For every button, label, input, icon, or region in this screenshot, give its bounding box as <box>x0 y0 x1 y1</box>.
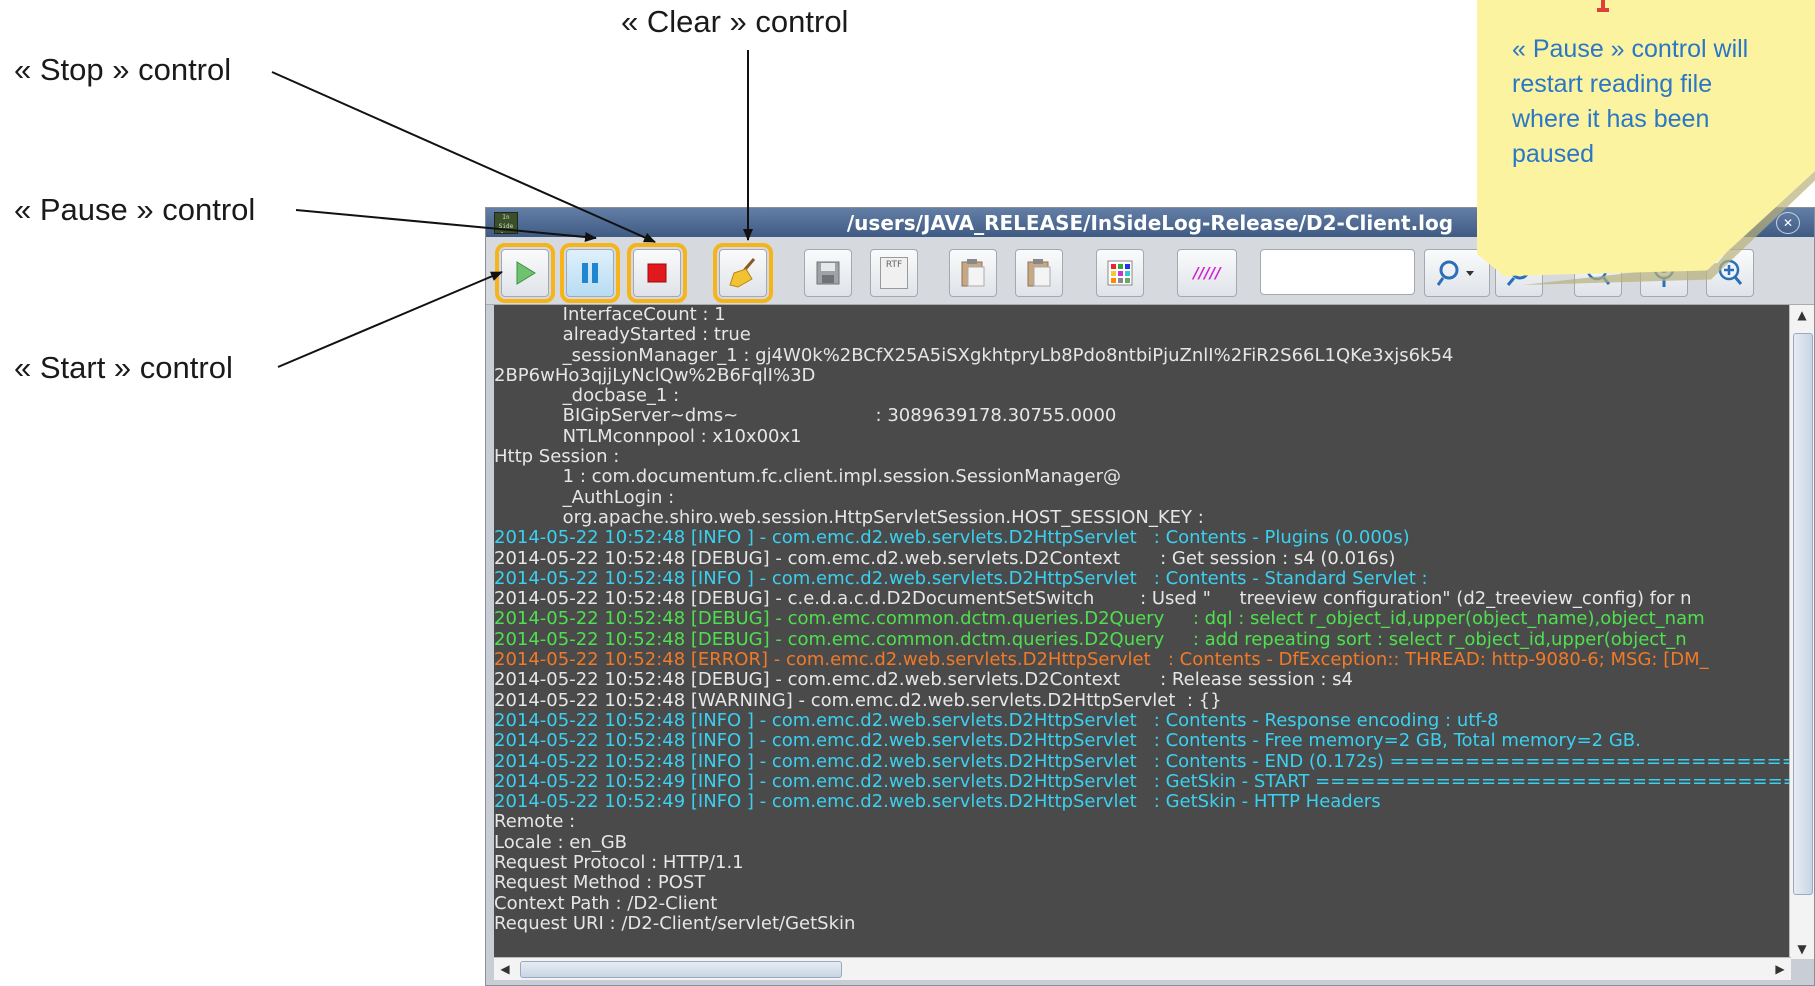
vertical-scrollbar[interactable]: ▲ ▼ <box>1789 305 1814 959</box>
log-line: 2014-05-22 10:52:48 [DEBUG] - com.emc.d2… <box>494 669 1353 691</box>
search-icon <box>1437 260 1474 286</box>
log-line: 2014-05-22 10:52:48 [DEBUG] - com.emc.co… <box>494 608 1705 630</box>
clear-control-annotation: « Clear » control <box>621 4 849 39</box>
export-rtf-button[interactable]: RTF <box>870 249 918 297</box>
log-line: Request URI : /D2-Client/servlet/GetSkin <box>494 912 856 934</box>
log-line: BIGipServer~dms~ : 3089639178.30755.0000 <box>494 405 1117 427</box>
pin-icon <box>1597 0 1609 12</box>
log-line: 2014-05-22 10:52:48 [ERROR] - com.emc.d2… <box>494 649 1709 671</box>
colors-button[interactable] <box>1096 249 1144 297</box>
log-line: 2014-05-22 10:52:48 [INFO ] - com.emc.d2… <box>494 527 1410 549</box>
log-output-area[interactable]: InterfaceCount : 1 alreadyStarted : true… <box>494 305 1791 959</box>
save-button[interactable] <box>804 249 852 297</box>
clear-button[interactable] <box>713 243 773 303</box>
scroll-up-icon[interactable]: ▲ <box>1790 305 1814 325</box>
close-icon[interactable]: ✕ <box>1776 212 1800 234</box>
log-line: _sessionManager_1 : gj4W0k%2BCfX25A5iSXg… <box>494 344 1454 366</box>
log-line: Locale : en_GB <box>494 831 628 853</box>
horizontal-scrollbar[interactable]: ◀ ▶ <box>494 957 1791 980</box>
log-line: NTLMconnpool : x10x00x1 <box>494 425 802 447</box>
color-grid-icon <box>1107 260 1133 286</box>
rtf-icon: RTF <box>880 257 908 289</box>
search-input[interactable] <box>1260 249 1415 295</box>
log-line: _docbase_1 : <box>494 385 680 407</box>
log-line: 2014-05-22 10:52:48 [INFO ] - com.emc.d2… <box>494 567 1428 589</box>
horizontal-scroll-thumb[interactable] <box>520 961 842 978</box>
log-line: 2BP6wHo3qjjLyNclQw%2B6FqlI%3D <box>494 364 816 386</box>
log-line: Context Path : /D2-Client <box>494 892 718 914</box>
filter-button[interactable]: ///// <box>1177 249 1237 297</box>
paste-button[interactable] <box>1015 249 1063 297</box>
log-line: 2014-05-22 10:52:48 [INFO ] - com.emc.d2… <box>494 750 1791 772</box>
pause-control-annotation: « Pause » control <box>14 192 256 227</box>
log-line: Http Session : <box>494 446 620 468</box>
scroll-right-icon[interactable]: ▶ <box>1769 958 1791 980</box>
copy-button[interactable] <box>949 249 997 297</box>
start-button[interactable] <box>495 243 555 303</box>
log-line: Remote : <box>494 811 576 833</box>
start-control-annotation: « Start » control <box>14 350 233 385</box>
log-line: 2014-05-22 10:52:49 [INFO ] - com.emc.d2… <box>494 791 1381 813</box>
log-line: InterfaceCount : 1 <box>494 305 726 325</box>
log-line: 2014-05-22 10:52:48 [DEBUG] - com.emc.co… <box>494 628 1687 650</box>
pause-icon <box>582 263 598 283</box>
log-line: 2014-05-22 10:52:48 [WARNING] - com.emc.… <box>494 689 1222 711</box>
start-arrow <box>277 271 503 368</box>
vertical-scroll-thumb[interactable] <box>1793 333 1813 895</box>
rtf-label: RTF <box>885 260 903 270</box>
log-line: Request Method : POST <box>494 872 706 894</box>
log-line: 2014-05-22 10:52:48 [DEBUG] - c.e.d.a.c.… <box>494 588 1692 610</box>
log-viewer-window: In Side log /users/JAVA_RELEASE/InSideLo… <box>485 207 1815 986</box>
log-line: _AuthLogin : <box>494 486 675 508</box>
log-line: 2014-05-22 10:52:48 [INFO ] - com.emc.d2… <box>494 730 1641 752</box>
log-line: Request Protocol : HTTP/1.1 <box>494 852 744 874</box>
log-line: alreadyStarted : true <box>494 324 751 346</box>
log-line: 2014-05-22 10:52:48 [DEBUG] - com.emc.d2… <box>494 547 1396 569</box>
stop-control-annotation: « Stop » control <box>14 52 232 87</box>
play-icon <box>516 261 536 285</box>
stop-icon <box>647 263 667 283</box>
broom-icon <box>729 258 756 288</box>
sticky-note-text: « Pause » control will restart reading f… <box>1512 35 1749 168</box>
paste-icon <box>1027 259 1051 287</box>
filter-label: ///// <box>1193 264 1221 282</box>
save-icon <box>816 261 840 285</box>
scroll-left-icon[interactable]: ◀ <box>494 958 516 980</box>
copy-icon <box>961 259 985 287</box>
log-line: 1 : com.documentum.fc.client.impl.sessio… <box>494 466 1121 488</box>
scroll-down-icon[interactable]: ▼ <box>1790 939 1814 959</box>
pause-button[interactable] <box>560 243 620 303</box>
log-line: 2014-05-22 10:52:48 [INFO ] - com.emc.d2… <box>494 709 1499 731</box>
stop-button[interactable] <box>627 243 687 303</box>
log-line: 2014-05-22 10:52:49 [INFO ] - com.emc.d2… <box>494 770 1791 792</box>
log-line: org.apache.shiro.web.session.HttpServlet… <box>494 506 1204 528</box>
